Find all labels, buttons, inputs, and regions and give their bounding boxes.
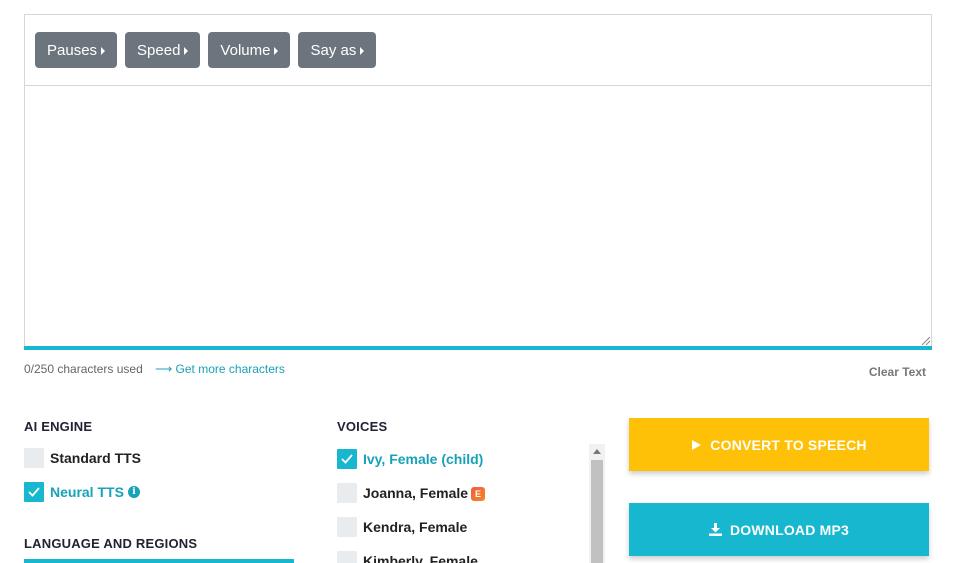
language-regions-title: LANGUAGE AND REGIONS (24, 536, 198, 551)
text-input[interactable] (25, 86, 931, 346)
standard-tts-checkbox[interactable] (24, 448, 44, 468)
get-more-characters-label: Get more characters (175, 362, 285, 376)
ai-engine-title: AI ENGINE (24, 419, 93, 434)
voice-checkbox[interactable] (337, 517, 357, 537)
character-count: 0/250 characters used (24, 362, 143, 376)
say-as-button[interactable]: Say as (298, 32, 377, 68)
scrollbar-thumb[interactable] (591, 460, 603, 563)
voice-checkbox[interactable] (337, 483, 357, 503)
play-icon (692, 439, 702, 450)
voice-label: Kendra, Female (363, 519, 468, 535)
voice-checkbox[interactable] (337, 551, 357, 563)
voice-item-kendra[interactable]: Kendra, Female (337, 517, 467, 537)
clear-text-button[interactable]: Clear Text (869, 365, 926, 379)
speed-button[interactable]: Speed (125, 32, 201, 68)
voice-checkbox[interactable] (337, 449, 357, 469)
pauses-button[interactable]: Pauses (35, 32, 118, 68)
voices-list: Ivy, Female (child) Joanna, Female E Ken… (337, 445, 605, 563)
text-editor: Pauses Speed Volume Say as (24, 14, 932, 347)
voices-scrollbar[interactable] (589, 444, 605, 563)
convert-label: CONVERT TO SPEECH (710, 436, 867, 453)
caret-right-icon (184, 46, 189, 55)
character-progress-bar (24, 346, 932, 350)
caret-right-icon (360, 46, 365, 55)
neural-tts-option[interactable]: Neural TTS i (24, 482, 140, 502)
checkmark-icon (28, 487, 40, 497)
voice-label: Kimberly, Female (363, 553, 478, 563)
volume-button[interactable]: Volume (208, 32, 291, 68)
speed-label: Speed (137, 41, 181, 59)
voice-item-ivy[interactable]: Ivy, Female (child) (337, 449, 483, 469)
volume-label: Volume (220, 41, 271, 59)
neural-tts-checkbox[interactable] (24, 482, 44, 502)
checkmark-icon (341, 454, 353, 464)
get-more-characters-link[interactable]: ⟶ Get more characters (155, 362, 285, 376)
say-as-label: Say as (310, 41, 357, 59)
download-icon (708, 523, 722, 536)
arrow-right-icon: ⟶ (155, 362, 173, 376)
download-label: DOWNLOAD MP3 (729, 521, 850, 538)
info-icon[interactable]: i (127, 486, 140, 498)
ssml-toolbar: Pauses Speed Volume Say as (25, 15, 931, 86)
voice-label: Ivy, Female (child) (363, 451, 484, 467)
language-select-underline[interactable] (24, 559, 294, 563)
standard-tts-option[interactable]: Standard TTS (24, 448, 141, 468)
voices-title: VOICES (337, 419, 388, 434)
resize-handle-icon[interactable] (920, 335, 930, 345)
scroll-up-icon[interactable] (593, 449, 601, 454)
voice-item-kimberly[interactable]: Kimberly, Female (337, 551, 478, 563)
download-mp3-button[interactable]: DOWNLOAD MP3 (629, 503, 929, 556)
caret-right-icon (101, 46, 106, 55)
editor-meta-row: 0/250 characters used ⟶ Get more charact… (24, 362, 932, 380)
standard-tts-label: Standard TTS (50, 450, 142, 466)
engine-badge-icon: E (471, 487, 486, 501)
voice-label: Joanna, Female (363, 485, 469, 501)
caret-right-icon (274, 46, 279, 55)
neural-tts-label: Neural TTS (50, 484, 124, 500)
pauses-label: Pauses (47, 41, 98, 59)
voice-item-joanna[interactable]: Joanna, Female E (337, 483, 486, 503)
convert-to-speech-button[interactable]: CONVERT TO SPEECH (629, 418, 929, 471)
